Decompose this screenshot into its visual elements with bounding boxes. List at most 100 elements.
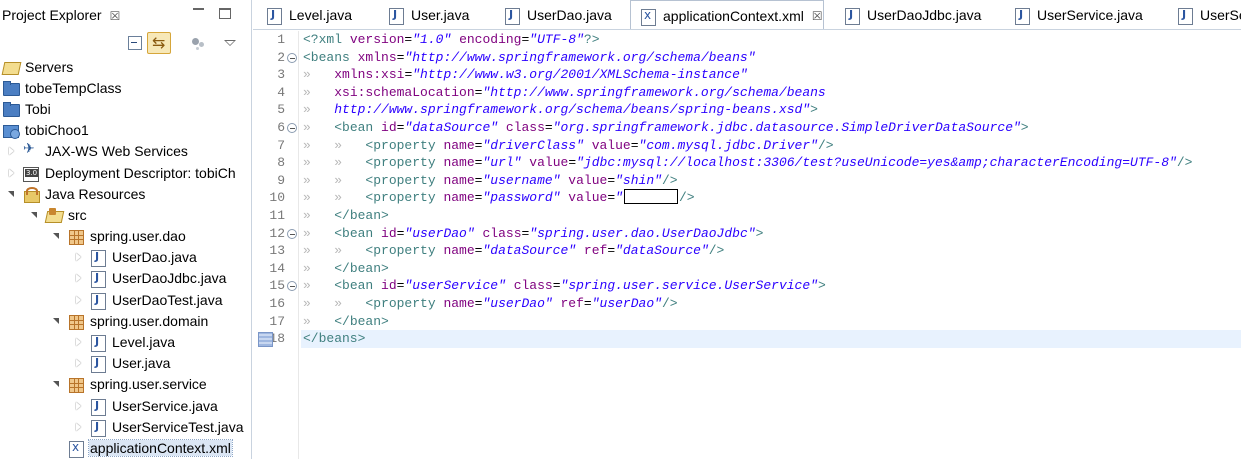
code-line[interactable]: » xsi:schemaLocation="http://www.springf… bbox=[301, 84, 1241, 102]
editor-tab[interactable]: applicationContext.xml ☒ bbox=[630, 0, 824, 29]
editor-tab[interactable]: User.java bbox=[379, 0, 469, 29]
fold-collapse-icon[interactable] bbox=[287, 281, 297, 292]
tree-item[interactable]: spring.user.service bbox=[0, 374, 251, 395]
code-token-tag: /> bbox=[1176, 155, 1193, 171]
collapsed-arrow-icon[interactable] bbox=[73, 294, 85, 306]
code-line[interactable]: » http://www.springframework.org/schema/… bbox=[301, 101, 1241, 119]
code-token-punct: = bbox=[607, 172, 616, 188]
minimize-icon[interactable] bbox=[193, 8, 204, 11]
java-file-icon bbox=[89, 355, 107, 374]
tree-item-label: Java Resources bbox=[45, 185, 146, 202]
collapsed-arrow-icon[interactable] bbox=[6, 167, 18, 179]
tree-item[interactable]: tobeTempClass bbox=[0, 77, 251, 98]
expanded-arrow-icon[interactable] bbox=[51, 230, 63, 242]
code-token-tag: <beans bbox=[303, 49, 358, 65]
code-token-tag: <bean bbox=[334, 278, 382, 294]
tree-item-label: tobeTempClass bbox=[25, 79, 122, 96]
java-file-icon bbox=[503, 7, 521, 25]
web-services-icon bbox=[22, 141, 40, 159]
collapsed-arrow-icon[interactable] bbox=[73, 336, 85, 348]
project-tree: Servers tobeTempClass Tobi tobiChoo1 JAX-WS … bbox=[0, 56, 251, 459]
view-menu-icon[interactable] bbox=[221, 34, 239, 52]
code-line[interactable]: » </bean> bbox=[301, 207, 1241, 225]
fold-collapse-icon[interactable] bbox=[287, 228, 297, 239]
project-explorer-title-tab[interactable]: Project Explorer bbox=[2, 7, 102, 23]
code-line[interactable]: » <bean id="dataSource" class="org.sprin… bbox=[301, 119, 1241, 137]
code-line[interactable]: » » <property name="driverClass" value="… bbox=[301, 137, 1241, 155]
code-line[interactable]: » xmlns:xsi="http://www.w3.org/2001/XMLS… bbox=[301, 66, 1241, 84]
tree-item[interactable]: applicationContext.xml bbox=[0, 437, 251, 458]
link-with-editor-icon[interactable] bbox=[147, 32, 171, 54]
editor-tab[interactable]: Level.java bbox=[257, 0, 352, 29]
code-line[interactable]: » <bean id="userDao" class="spring.user.… bbox=[301, 225, 1241, 243]
code-line[interactable]: » » <property name="url" value="jdbc:mys… bbox=[301, 154, 1241, 172]
collapsed-arrow-icon[interactable] bbox=[73, 357, 85, 369]
collapsed-arrow-icon[interactable] bbox=[6, 145, 18, 157]
code-line[interactable]: » <bean id="userService" class="spring.u… bbox=[301, 277, 1241, 295]
code-token-attr: encoding bbox=[459, 32, 522, 47]
close-icon[interactable]: ☒ bbox=[110, 9, 121, 23]
collapsed-arrow-icon[interactable] bbox=[73, 400, 85, 412]
fold-collapse-icon[interactable] bbox=[287, 122, 297, 133]
tree-item-label: Servers bbox=[25, 58, 74, 75]
collapsed-arrow-icon[interactable] bbox=[73, 272, 85, 284]
collapsed-arrow-icon[interactable] bbox=[73, 251, 85, 263]
editor-tab[interactable]: UserService.java bbox=[1005, 0, 1143, 29]
collapse-all-icon[interactable] bbox=[126, 34, 144, 52]
tree-item[interactable]: User.java bbox=[0, 353, 251, 374]
code-token-attr: class bbox=[482, 225, 522, 241]
tree-item[interactable]: UserDaoTest.java bbox=[0, 289, 251, 310]
xml-source-editor[interactable]: 1 2 3 4 5 6 7 8 9 10 11 12 13 14 15 16 17 18 <?xml versio… bbox=[253, 31, 1241, 459]
tree-item[interactable]: UserDaoJdbc.java bbox=[0, 268, 251, 289]
code-token-tag: </bean> bbox=[334, 207, 389, 223]
expanded-arrow-icon[interactable] bbox=[51, 315, 63, 327]
code-line[interactable]: <?xml version="1.0" encoding="UTF-8"?> bbox=[301, 31, 1241, 49]
tree-item[interactable]: Tobi bbox=[0, 98, 251, 119]
expanded-arrow-icon[interactable] bbox=[29, 209, 41, 221]
code-token-ws: » » bbox=[303, 172, 366, 188]
code-line[interactable]: <beans xmlns="http://www.springframework… bbox=[301, 49, 1241, 67]
code-line[interactable]: » » <property name="username" value="shi… bbox=[301, 172, 1241, 190]
code-line[interactable]: » » <property name="userDao" ref="userDa… bbox=[301, 295, 1241, 313]
fold-collapse-icon[interactable] bbox=[287, 52, 297, 63]
source-folder-icon bbox=[45, 207, 63, 223]
editor-tab[interactable]: UserServ bbox=[1168, 0, 1241, 29]
code-token-tag: <property bbox=[365, 172, 444, 188]
tree-item[interactable]: Servers bbox=[0, 56, 251, 77]
collapsed-arrow-icon[interactable] bbox=[73, 421, 85, 433]
tree-item[interactable]: Java Resources bbox=[0, 183, 251, 204]
code-line[interactable]: » » <property name="password" value="/> bbox=[301, 189, 1241, 207]
maximize-icon[interactable] bbox=[219, 8, 231, 19]
code-line[interactable]: » </bean> bbox=[301, 260, 1241, 278]
editor-tab[interactable]: UserDaoJdbc.java bbox=[835, 0, 981, 29]
java-file-icon bbox=[89, 292, 107, 310]
close-tab-icon[interactable]: ☒ bbox=[812, 9, 823, 23]
tree-item[interactable]: Deployment Descriptor: tobiCh bbox=[0, 162, 251, 183]
filters-icon[interactable] bbox=[189, 34, 207, 52]
code-token-punct: = bbox=[630, 137, 639, 153]
tree-item[interactable]: JAX-WS Web Services bbox=[0, 141, 251, 162]
tree-item[interactable]: tobiChoo1 bbox=[0, 120, 251, 141]
code-token-attr: class bbox=[513, 278, 553, 294]
code-text-area[interactable]: <?xml version="1.0" encoding="UTF-8"?> <b… bbox=[301, 31, 1241, 459]
code-token-attr: ref bbox=[583, 243, 608, 259]
code-token-val: "dataSource" bbox=[615, 243, 709, 259]
line-number: 9 bbox=[253, 172, 298, 190]
expanded-arrow-icon[interactable] bbox=[51, 378, 63, 390]
code-token-ws: » bbox=[303, 207, 335, 223]
tree-item[interactable]: spring.user.domain bbox=[0, 310, 251, 331]
tree-item[interactable]: Level.java bbox=[0, 331, 251, 353]
tree-item[interactable]: src bbox=[0, 204, 251, 225]
tree-item[interactable]: UserServiceTest.java bbox=[0, 416, 251, 437]
tree-item-label: JAX-WS Web Services bbox=[45, 143, 188, 160]
expanded-arrow-icon[interactable] bbox=[6, 188, 18, 200]
code-line[interactable]: » » <property name="dataSource" ref="dat… bbox=[301, 242, 1241, 260]
tree-item[interactable]: spring.user.dao bbox=[0, 226, 251, 247]
tree-item[interactable]: UserService.java bbox=[0, 395, 251, 416]
code-line[interactable]: » </bean> bbox=[301, 313, 1241, 331]
code-token-tag: /> bbox=[661, 295, 678, 311]
tree-item[interactable]: UserDao.java bbox=[0, 247, 251, 268]
line-number: 12 bbox=[253, 225, 298, 243]
code-line[interactable]: </beans> bbox=[301, 330, 1241, 348]
editor-tab[interactable]: UserDao.java bbox=[495, 0, 612, 29]
